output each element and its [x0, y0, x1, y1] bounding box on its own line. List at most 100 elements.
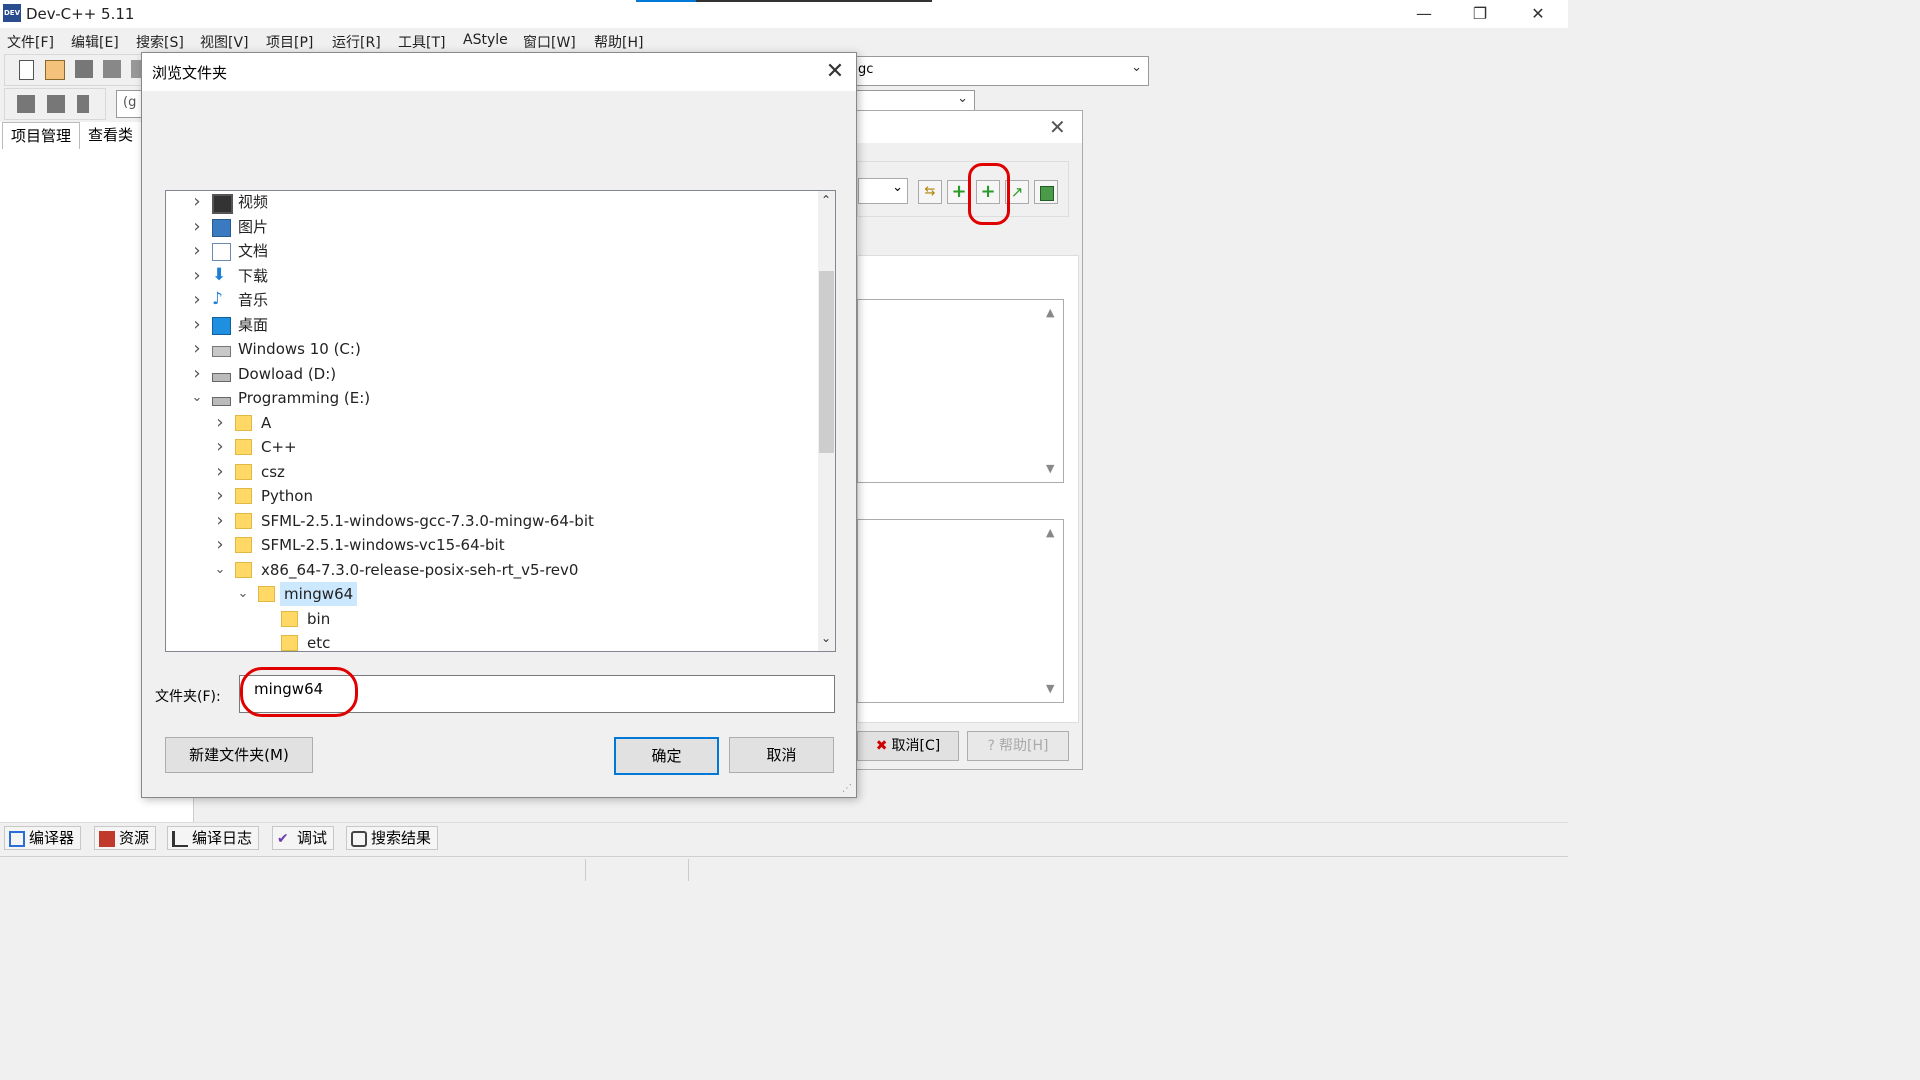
menu-tools[interactable]: 工具[T]	[398, 32, 445, 52]
tree-item[interactable]: › Dowload (D:)	[166, 362, 816, 386]
tree-item[interactable]: › SFML-2.5.1-windows-gcc-7.3.0-mingw-64-b…	[166, 509, 816, 533]
restore-button[interactable]: ❐	[1452, 0, 1508, 28]
tree-item[interactable]: › SFML-2.5.1-windows-vc15-64-bit	[166, 533, 816, 557]
drive-icon	[212, 372, 231, 382]
minimize-button[interactable]: —	[1396, 0, 1452, 28]
directory-combo[interactable]: ⌄	[858, 178, 908, 204]
replace-icon[interactable]: ⇆	[918, 180, 942, 204]
menu-edit[interactable]: 编辑[E]	[71, 32, 119, 52]
menu-search[interactable]: 搜索[S]	[136, 32, 184, 52]
folder-icon	[235, 488, 252, 504]
menu-file[interactable]: 文件[F]	[7, 32, 54, 52]
chevron-right-icon[interactable]: ›	[213, 509, 227, 533]
tree-item[interactable]: › 文档	[166, 239, 816, 263]
menu-help[interactable]: 帮助[H]	[594, 32, 643, 52]
tree-item-label: SFML-2.5.1-windows-gcc-7.3.0-mingw-64-bi…	[261, 511, 594, 530]
tree-item[interactable]: › ♪ 音乐	[166, 288, 816, 312]
annotation-circle-add	[968, 163, 1010, 225]
tab-compile-log[interactable]: 编译日志	[167, 826, 260, 850]
new-file-icon[interactable]	[19, 60, 34, 80]
directory-toolbar: ⌄ ⇆ + + ↗	[857, 161, 1069, 217]
tree-item[interactable]: › 桌面	[166, 313, 816, 337]
chevron-right-icon[interactable]: ›	[213, 533, 227, 557]
options-help-label: 帮助[H]	[998, 738, 1049, 754]
tab-project-manager[interactable]: 项目管理	[2, 122, 81, 149]
scroll-up-icon[interactable]: ▲	[1046, 526, 1054, 539]
chevron-right-icon[interactable]: ›	[213, 484, 227, 508]
trash-icon[interactable]	[1034, 180, 1058, 204]
folder-tree[interactable]: › 视频 › 图片 › 文档 › ⬇ 下载 › ♪ 音乐 › 桌面 › Windows 10 (C:) › Dow…	[165, 190, 836, 652]
ok-button[interactable]: 确定	[614, 737, 719, 775]
tree-item[interactable]: › 图片	[166, 215, 816, 239]
chevron-down-icon[interactable]: ⌄	[190, 386, 204, 410]
tab-debug[interactable]: ✔ 调试	[272, 826, 335, 850]
tree-item[interactable]: › A	[166, 411, 816, 435]
tree-item[interactable]: › csz	[166, 460, 816, 484]
chevron-right-icon[interactable]: ›	[213, 435, 227, 459]
menu-view[interactable]: 视图[V]	[200, 32, 249, 52]
options-cancel-button[interactable]: ✖ 取消[C]	[857, 731, 959, 761]
scroll-down-icon[interactable]: ▼	[1046, 682, 1054, 695]
chevron-right-icon[interactable]: ›	[213, 411, 227, 435]
chart-icon	[172, 830, 188, 847]
menu-project[interactable]: 项目[P]	[266, 32, 313, 52]
drive-icon	[212, 397, 231, 406]
options-help-button[interactable]: ? 帮助[H]	[967, 731, 1069, 761]
chevron-right-icon[interactable]: ›	[190, 264, 204, 288]
unindent-icon[interactable]	[47, 95, 65, 113]
chevron-right-icon[interactable]: ›	[190, 337, 204, 361]
chevron-down-icon[interactable]: ⌄	[236, 582, 250, 606]
new-folder-button[interactable]: 新建文件夹(M)	[165, 737, 313, 773]
chevron-right-icon[interactable]: ›	[190, 215, 204, 239]
chevron-right-icon[interactable]: ›	[190, 362, 204, 386]
menu-astyle[interactable]: AStyle	[463, 32, 508, 48]
chevron-down-icon[interactable]: ⌄	[213, 558, 227, 582]
status-bar	[0, 856, 1568, 883]
tree-item[interactable]: ⌄ mingw64	[166, 582, 816, 606]
open-file-icon[interactable]	[45, 60, 65, 80]
directory-list-2[interactable]: ▲ ▼	[857, 519, 1064, 703]
tree-item[interactable]: ⌄ x86_64-7.3.0-release-posix-seh-rt_v5-re…	[166, 558, 816, 582]
chevron-right-icon[interactable]: ›	[190, 288, 204, 312]
tree-item[interactable]: › 视频	[166, 191, 816, 214]
menu-window[interactable]: 窗口[W]	[523, 32, 576, 52]
tree-item[interactable]: ⌄ Programming (E:)	[166, 386, 816, 410]
scroll-down-icon[interactable]: ⌄	[821, 631, 831, 645]
edit-toolbar	[4, 88, 106, 120]
compiler-combo[interactable]: gc ⌄	[853, 56, 1149, 86]
tree-item[interactable]: etc	[166, 631, 816, 651]
close-button[interactable]: ✕	[1510, 0, 1566, 28]
dialog-close-icon[interactable]: ✕	[818, 57, 852, 87]
chevron-right-icon[interactable]: ›	[190, 191, 204, 214]
tree-item-label: Windows 10 (C:)	[238, 340, 361, 358]
chevron-right-icon[interactable]: ›	[190, 313, 204, 337]
tab-search-results[interactable]: 搜索结果	[346, 826, 439, 850]
tree-item[interactable]: › ⬇ 下载	[166, 264, 816, 288]
close-file-icon[interactable]	[131, 60, 141, 78]
save-icon[interactable]	[75, 60, 93, 78]
toggle-icon[interactable]	[77, 95, 89, 113]
tab-compiler[interactable]: 编译器	[4, 826, 82, 850]
tab-class-browser[interactable]: 查看类	[80, 122, 141, 148]
options-close-icon[interactable]: ✕	[1049, 115, 1066, 139]
menu-run[interactable]: 运行[R]	[332, 32, 381, 52]
scroll-up-icon[interactable]: ⌃	[821, 193, 831, 207]
scrollbar-thumb[interactable]	[819, 271, 834, 453]
directory-list[interactable]: ▲ ▼	[857, 299, 1064, 483]
tree-item[interactable]: › Windows 10 (C:)	[166, 337, 816, 361]
tree-item[interactable]: › C++	[166, 435, 816, 459]
tree-item-label: mingw64	[280, 582, 358, 606]
tree-item[interactable]: › Python	[166, 484, 816, 508]
save-all-icon[interactable]	[103, 60, 121, 78]
scroll-up-icon[interactable]: ▲	[1046, 306, 1054, 319]
tab-resources[interactable]: 资源	[94, 826, 157, 850]
tree-item[interactable]: bin	[166, 607, 816, 631]
indent-icon[interactable]	[17, 95, 35, 113]
chevron-right-icon[interactable]: ›	[213, 460, 227, 484]
resize-grip[interactable]: ⋰	[842, 783, 852, 794]
cancel-button[interactable]: 取消	[729, 737, 834, 773]
scroll-down-icon[interactable]: ▼	[1046, 462, 1054, 475]
dialog-title: 浏览文件夹	[152, 64, 228, 82]
pictures-icon	[212, 218, 231, 237]
chevron-right-icon[interactable]: ›	[190, 239, 204, 263]
